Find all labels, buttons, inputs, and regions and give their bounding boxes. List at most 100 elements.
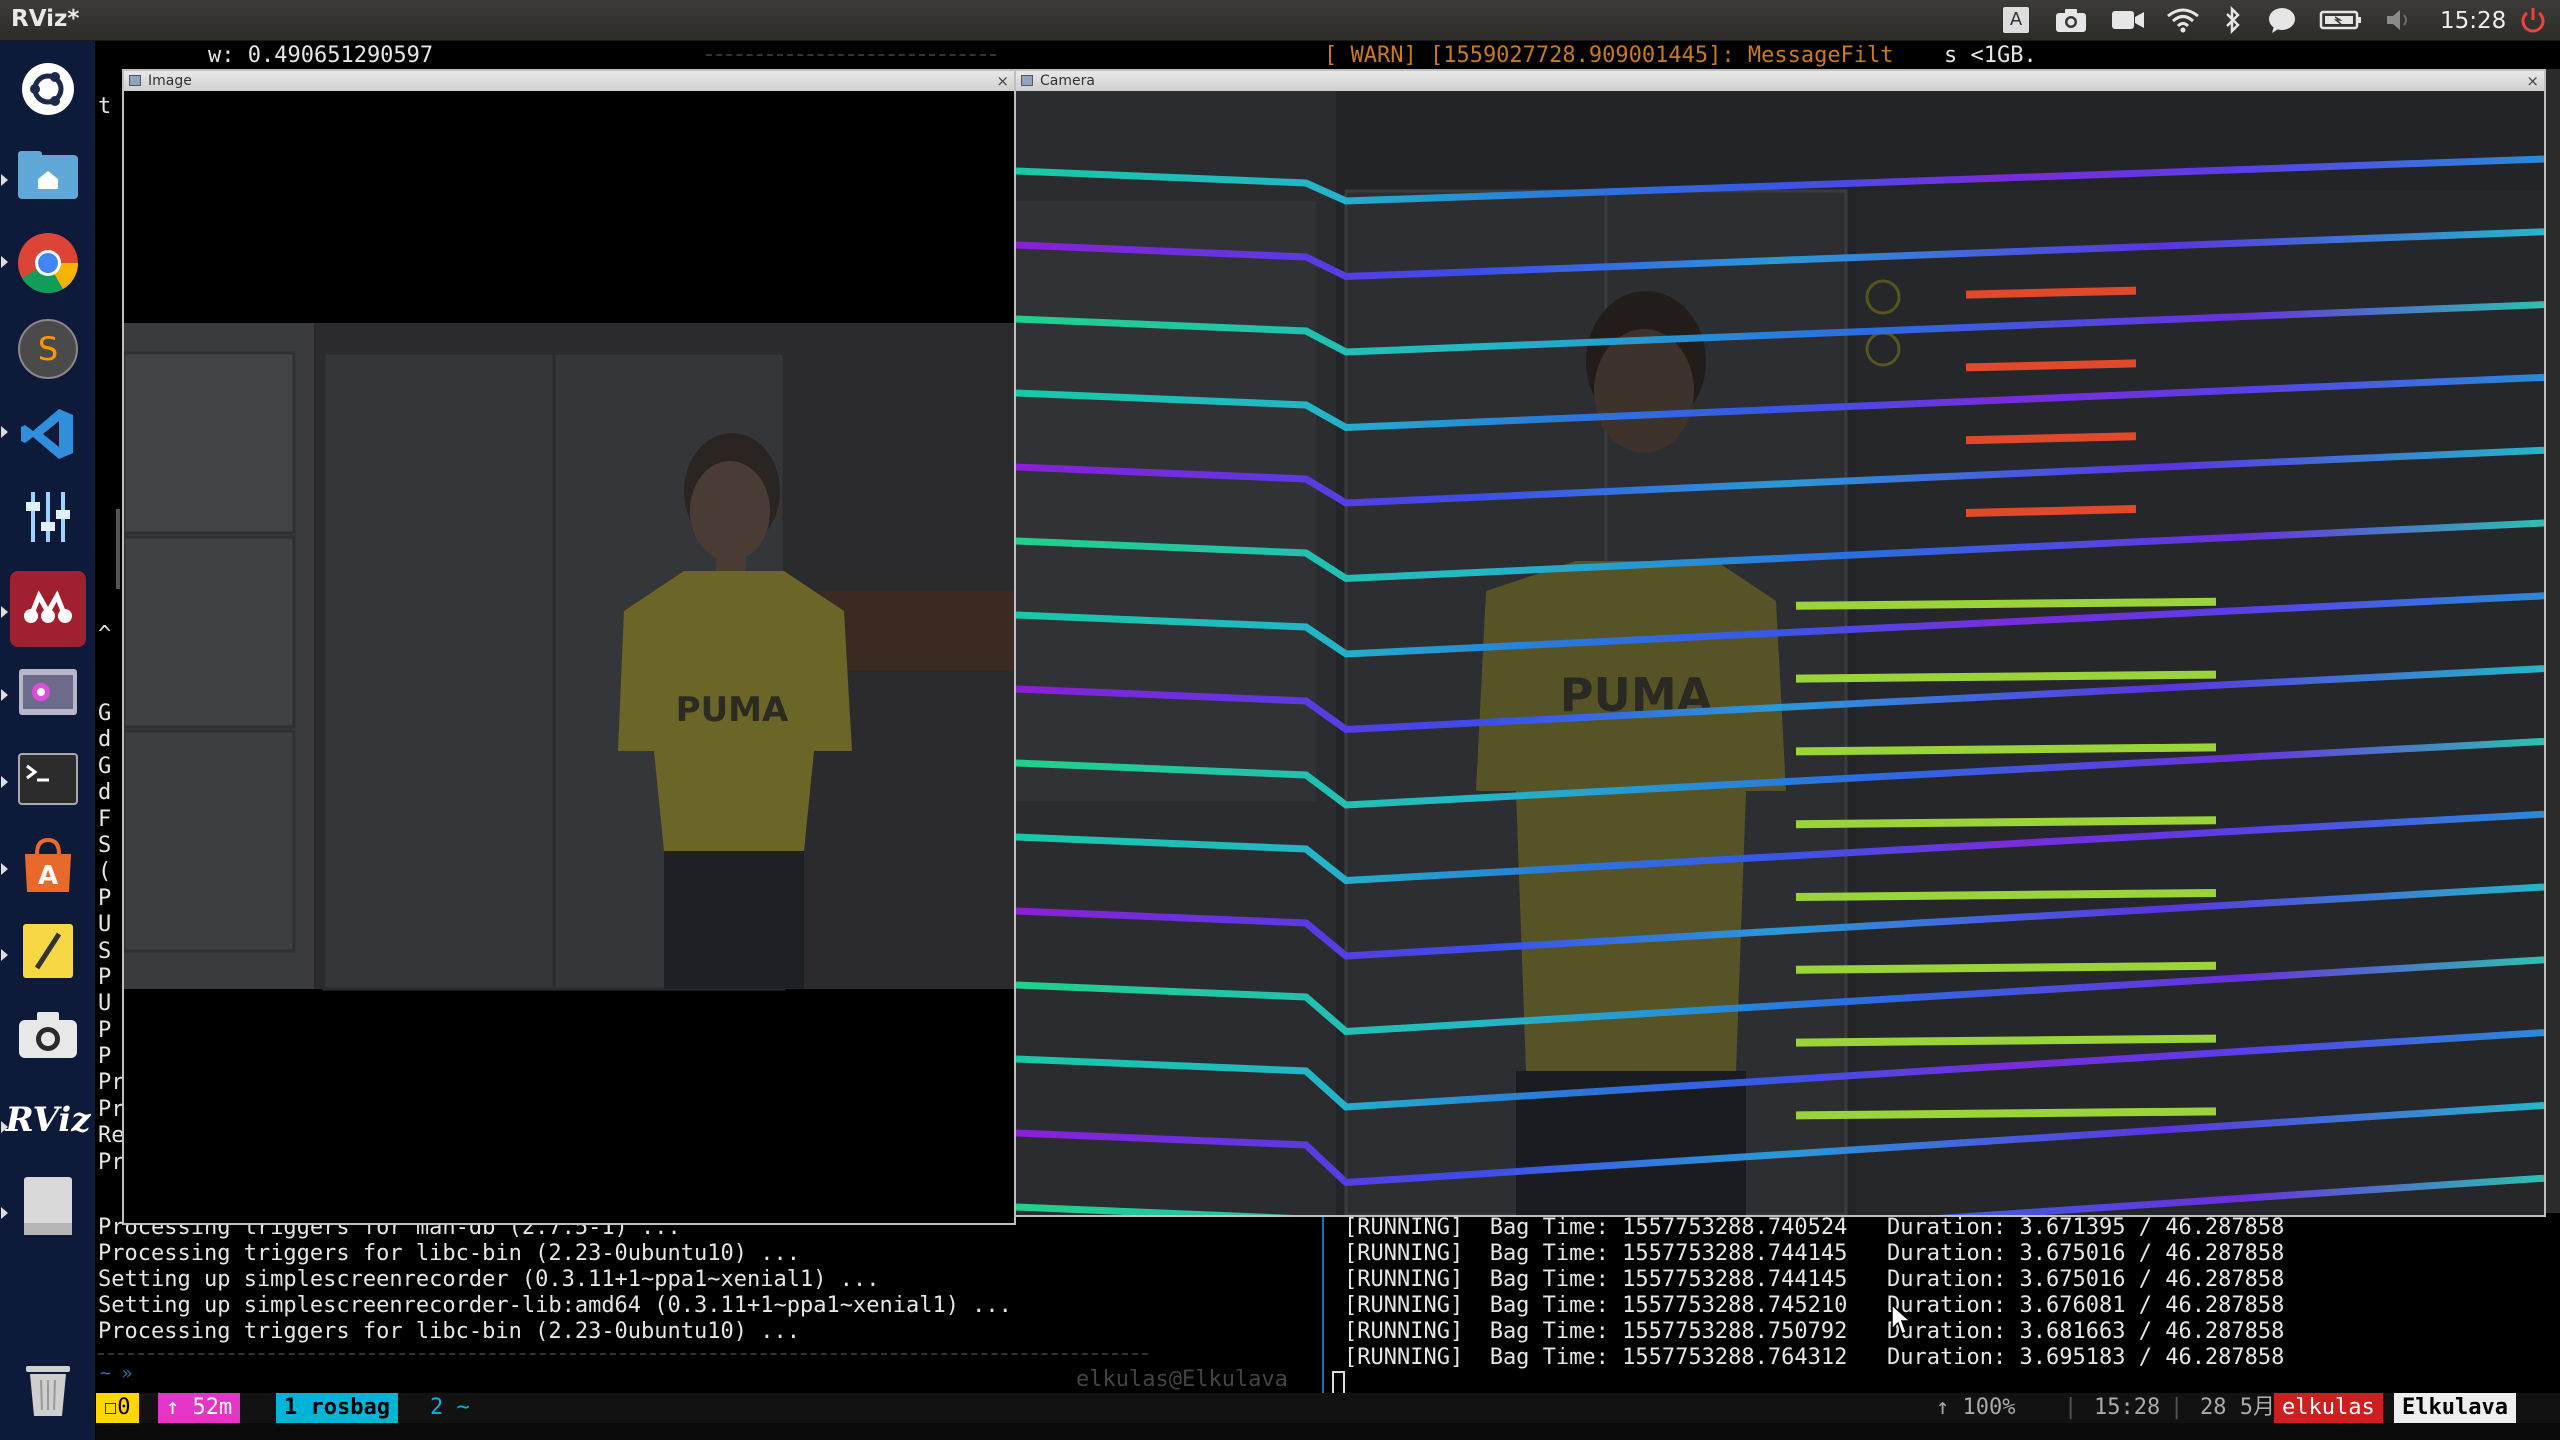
sliver-line	[98, 384, 125, 410]
launcher-terminal[interactable]	[10, 741, 86, 817]
bluetooth-icon[interactable]	[2222, 4, 2244, 36]
sliver-line: d	[98, 727, 112, 753]
launcher-text-editor[interactable]	[10, 913, 86, 989]
home-folder-icon	[18, 151, 78, 199]
battery-icon[interactable]	[2318, 4, 2364, 36]
tmux-status-bar: ☐0 ↑ 52m 1 rosbag 2 ~ ↑ 100% | 15:28 | 2…	[96, 1393, 2560, 1423]
divider	[98, 1353, 1148, 1355]
terminal-line: [RUNNING] Bag Time: 1557753288.740524 Du…	[1344, 1215, 2285, 1240]
tmux-window-2[interactable]: 2 ~	[422, 1393, 478, 1423]
lidar-scan-line-person	[1965, 432, 2137, 445]
launcher-files[interactable]	[10, 137, 86, 213]
volume-icon[interactable]	[2384, 4, 2416, 36]
sliver-line	[98, 437, 125, 463]
launcher-trash[interactable]	[10, 1351, 86, 1427]
svg-text:A: A	[38, 861, 58, 891]
vscode-icon	[21, 409, 73, 459]
camera-panel-titlebar[interactable]: Camera ×	[1016, 71, 2544, 91]
sliver-line	[98, 675, 125, 701]
image-panel-titlebar[interactable]: Image ×	[124, 71, 1014, 91]
launcher-screen-recorder[interactable]	[10, 654, 86, 730]
shell-prompt: ~ »	[100, 1363, 133, 1384]
launcher-software-center[interactable]: A	[10, 827, 86, 903]
launcher-sublime-text[interactable]: S	[10, 311, 86, 387]
sliver-line	[98, 516, 125, 542]
tmux-window-1[interactable]: 1 rosbag	[276, 1393, 398, 1423]
sliver-line	[98, 648, 125, 674]
terminal-line: [RUNNING] Bag Time: 1557753288.744145 Du…	[1344, 1241, 2285, 1266]
sliver-line	[98, 543, 125, 569]
sliver-line: G	[98, 700, 112, 726]
sliver-line: t	[98, 94, 112, 119]
terminal-line: [RUNNING] Bag Time: 1557753288.745210 Du…	[1344, 1293, 2285, 1318]
terminal-hostname: elkulas@Elkulava	[1076, 1367, 1288, 1392]
launcher-mendeley[interactable]	[10, 571, 86, 647]
sliver-line: (	[98, 859, 112, 885]
terminal-line: [RUNNING] Bag Time: 1557753288.750792 Du…	[1344, 1319, 2285, 1344]
image-panel[interactable]: Image × PUMA	[122, 69, 1016, 1225]
lidar-scan-line-person	[1965, 286, 2137, 299]
sliver-line	[98, 490, 125, 516]
camera-view: PUMA	[1016, 91, 2544, 1215]
sliver-line: S	[98, 832, 112, 858]
sliver-line	[98, 411, 125, 437]
sliver-line	[98, 279, 125, 305]
launcher-settings-tuning[interactable]	[10, 479, 86, 555]
camera-icon[interactable]	[2054, 4, 2088, 36]
sliver-line	[98, 200, 125, 226]
terminal-line: Setting up simplescreenrecorder-lib:amd6…	[98, 1293, 1012, 1318]
lidar-scan-line-person	[1965, 359, 2137, 372]
keyboard-indicator-icon[interactable]: A	[2001, 4, 2031, 36]
left-sliver-text: t ^ Gd Gd F S(P U S P U P P Pr Pr Re Pr	[98, 94, 125, 1176]
close-icon[interactable]: ×	[2526, 72, 2539, 90]
chrome-icon	[18, 233, 79, 294]
sliver-line	[98, 147, 125, 173]
terminal-left[interactable]: Processing triggers for man-db (2.7.5-1)…	[96, 1213, 1322, 1393]
launcher: S A RViz	[0, 41, 96, 1440]
video-camera-icon[interactable]	[2110, 4, 2146, 36]
session-count[interactable]: ☐0	[96, 1393, 139, 1423]
drive-icon	[24, 1177, 72, 1235]
terminal-right[interactable]: [RUNNING] Bag Time: 1557753288.740524 Du…	[1324, 1213, 2560, 1395]
sliver-line: U	[98, 912, 112, 938]
launcher-drive[interactable]	[10, 1168, 86, 1244]
window-title: RViz*	[11, 6, 80, 32]
lidar-scan-line-person	[1795, 816, 2217, 829]
sliver-line: d	[98, 780, 112, 806]
sliver-line	[98, 463, 125, 489]
launcher-rviz[interactable]: RViz	[5, 1082, 90, 1158]
camera-image: PUMA	[124, 323, 1014, 991]
clock[interactable]: 15:28	[2440, 8, 2506, 34]
launcher-screenshot[interactable]	[10, 996, 86, 1072]
launcher-chrome[interactable]	[10, 225, 86, 301]
launcher-vscode[interactable]	[10, 396, 86, 472]
keyboard-letter: A	[2003, 7, 2029, 33]
lidar-scan-line-person	[1965, 505, 2137, 517]
terminal-line: Setting up simplescreenrecorder (0.3.11+…	[98, 1267, 880, 1292]
close-icon[interactable]: ×	[996, 72, 1009, 90]
pencil-icon	[23, 924, 73, 978]
sliver-line: G	[98, 753, 112, 779]
sliver-line: P	[98, 964, 112, 990]
mendeley-icon	[24, 590, 72, 623]
wifi-icon[interactable]	[2166, 4, 2200, 36]
camera-panel[interactable]: Camera × PUMA	[1014, 69, 2546, 1217]
sliver-line: F	[98, 806, 112, 832]
rviz-w-readout: w: 0.490651290597	[208, 43, 434, 68]
sliver-line: S	[98, 938, 112, 964]
messages-icon[interactable]	[2266, 4, 2298, 36]
terminal-cursor	[1332, 1371, 1345, 1395]
lidar-scan-line-person	[1795, 670, 2217, 683]
terminal-line: [RUNNING] Bag Time: 1557753288.764312 Du…	[1344, 1345, 2285, 1370]
image-view: PUMA	[124, 91, 1014, 1223]
launcher-ubuntu-dash[interactable]	[10, 51, 86, 127]
terminal-line: Processing triggers for libc-bin (2.23-0…	[98, 1319, 800, 1344]
panel-window-icon	[1021, 75, 1033, 86]
sliver-line	[98, 120, 125, 146]
power-icon[interactable]	[2518, 4, 2548, 36]
lidar-scan-line-person	[1795, 889, 2217, 901]
software-center-icon: A	[25, 837, 71, 892]
sliver-scrollbar[interactable]	[116, 509, 120, 589]
terminal-top-strip: w: 0.490651290597 [ WARN] [1559027728.90…	[96, 41, 2560, 69]
sliver-line: Pr	[98, 1096, 125, 1122]
